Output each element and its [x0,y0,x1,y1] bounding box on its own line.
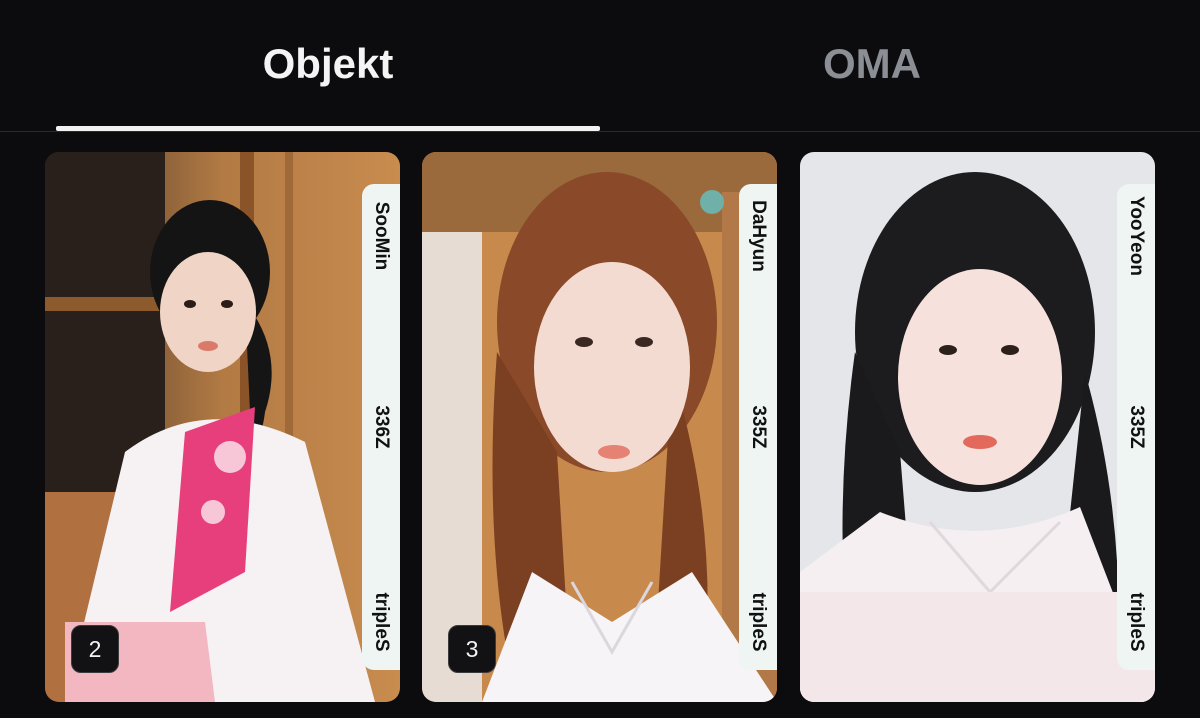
member-name: SooMin [371,201,392,271]
objekt-serial: 335Z [1126,405,1147,449]
tab-oma[interactable]: OMA [600,0,1144,132]
member-photo [45,152,400,702]
member-photo [422,152,777,702]
tab-oma-label: OMA [823,40,921,87]
tab-divider [0,131,1200,132]
tab-objekt-label: Objekt [262,40,394,87]
copy-count-badge: 2 [71,625,119,673]
active-tab-indicator [56,126,600,131]
member-name: YooYeon [1126,196,1147,276]
tab-objekt[interactable]: Objekt [56,0,600,132]
group-name: tripleS [371,592,392,652]
group-name: tripleS [748,592,769,652]
copy-count-badge: 3 [448,625,496,673]
objekt-info-band: SooMin 336Z tripleS [362,184,400,670]
objekt-serial: 335Z [748,405,769,449]
tab-bar: Objekt OMA [0,0,1200,132]
objekt-card[interactable]: SooMin 336Z tripleS 2 [45,152,400,702]
objekt-grid: SooMin 336Z tripleS 2 DaHyun 335Z triple… [0,152,1200,702]
objekt-info-band: YooYeon 335Z tripleS [1117,184,1155,670]
objekt-card[interactable]: DaHyun 335Z tripleS 3 [422,152,777,702]
group-name: tripleS [1126,592,1147,652]
objekt-info-band: DaHyun 335Z tripleS [739,184,777,670]
objekt-card[interactable]: YooYeon 335Z tripleS [800,152,1155,702]
member-name: DaHyun [748,200,769,272]
member-photo [800,152,1155,702]
objekt-serial: 336Z [371,405,392,449]
